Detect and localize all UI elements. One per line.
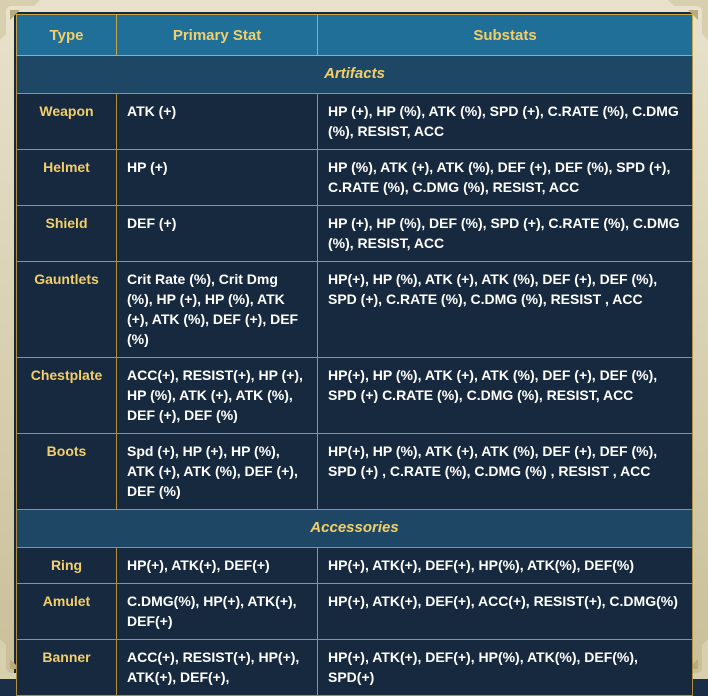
row-substats: HP (+), HP (%), ATK (%), SPD (+), C.RATE… (317, 93, 693, 150)
table-row: Ring HP(+), ATK(+), DEF(+) HP(+), ATK(+)… (16, 547, 693, 584)
row-type: Helmet (16, 149, 117, 206)
row-type: Weapon (16, 93, 117, 150)
row-type: Chestplate (16, 357, 117, 434)
row-type: Ring (16, 547, 117, 584)
row-substats: HP(+), HP (%), ATK (+), ATK (%), DEF (+)… (317, 261, 693, 358)
section-row-artifacts: Artifacts (16, 55, 693, 94)
header-substats: Substats (317, 14, 693, 56)
table-header-row: Type Primary Stat Substats (16, 14, 693, 56)
row-primary-stat: ACC(+), RESIST(+), HP(+), ATK(+), DEF(+)… (116, 639, 318, 696)
row-substats: HP(+), HP (%), ATK (+), ATK (%), DEF (+)… (317, 433, 693, 510)
header-type: Type (16, 14, 117, 56)
table-row: Amulet C.DMG(%), HP(+), ATK(+), DEF(+) H… (16, 583, 693, 640)
table-row: Gauntlets Crit Rate (%), Crit Dmg (%), H… (16, 261, 693, 358)
row-type: Boots (16, 433, 117, 510)
table-row: Chestplate ACC(+), RESIST(+), HP (+), HP… (16, 357, 693, 434)
table-row: Helmet HP (+) HP (%), ATK (+), ATK (%), … (16, 149, 693, 206)
row-primary-stat: Crit Rate (%), Crit Dmg (%), HP (+), HP … (116, 261, 318, 358)
section-title: Artifacts (16, 55, 693, 94)
table-row: Banner ACC(+), RESIST(+), HP(+), ATK(+),… (16, 639, 693, 696)
row-substats: HP(+), ATK(+), DEF(+), HP(%), ATK(%), DE… (317, 639, 693, 696)
row-primary-stat: Spd (+), HP (+), HP (%), ATK (+), ATK (%… (116, 433, 318, 510)
table-row: Weapon ATK (+) HP (+), HP (%), ATK (%), … (16, 93, 693, 150)
gear-stats-table: Type Primary Stat Substats Artifacts Wea… (16, 14, 693, 696)
row-type: Shield (16, 205, 117, 262)
table-row: Boots Spd (+), HP (+), HP (%), ATK (+), … (16, 433, 693, 510)
header-primary-stat: Primary Stat (116, 14, 318, 56)
row-primary-stat: C.DMG(%), HP(+), ATK(+), DEF(+) (116, 583, 318, 640)
row-substats: HP(+), HP (%), ATK (+), ATK (%), DEF (+)… (317, 357, 693, 434)
table-row: Shield DEF (+) HP (+), HP (%), DEF (%), … (16, 205, 693, 262)
row-primary-stat: HP(+), ATK(+), DEF(+) (116, 547, 318, 584)
row-type: Banner (16, 639, 117, 696)
row-type: Amulet (16, 583, 117, 640)
row-substats: HP (%), ATK (+), ATK (%), DEF (+), DEF (… (317, 149, 693, 206)
row-primary-stat: HP (+) (116, 149, 318, 206)
section-title: Accessories (16, 509, 693, 548)
row-primary-stat: DEF (+) (116, 205, 318, 262)
row-substats: HP(+), ATK(+), DEF(+), ACC(+), RESIST(+)… (317, 583, 693, 640)
section-row-accessories: Accessories (16, 509, 693, 548)
row-primary-stat: ATK (+) (116, 93, 318, 150)
row-substats: HP(+), ATK(+), DEF(+), HP(%), ATK(%), DE… (317, 547, 693, 584)
row-substats: HP (+), HP (%), DEF (%), SPD (+), C.RATE… (317, 205, 693, 262)
row-type: Gauntlets (16, 261, 117, 358)
row-primary-stat: ACC(+), RESIST(+), HP (+), HP (%), ATK (… (116, 357, 318, 434)
